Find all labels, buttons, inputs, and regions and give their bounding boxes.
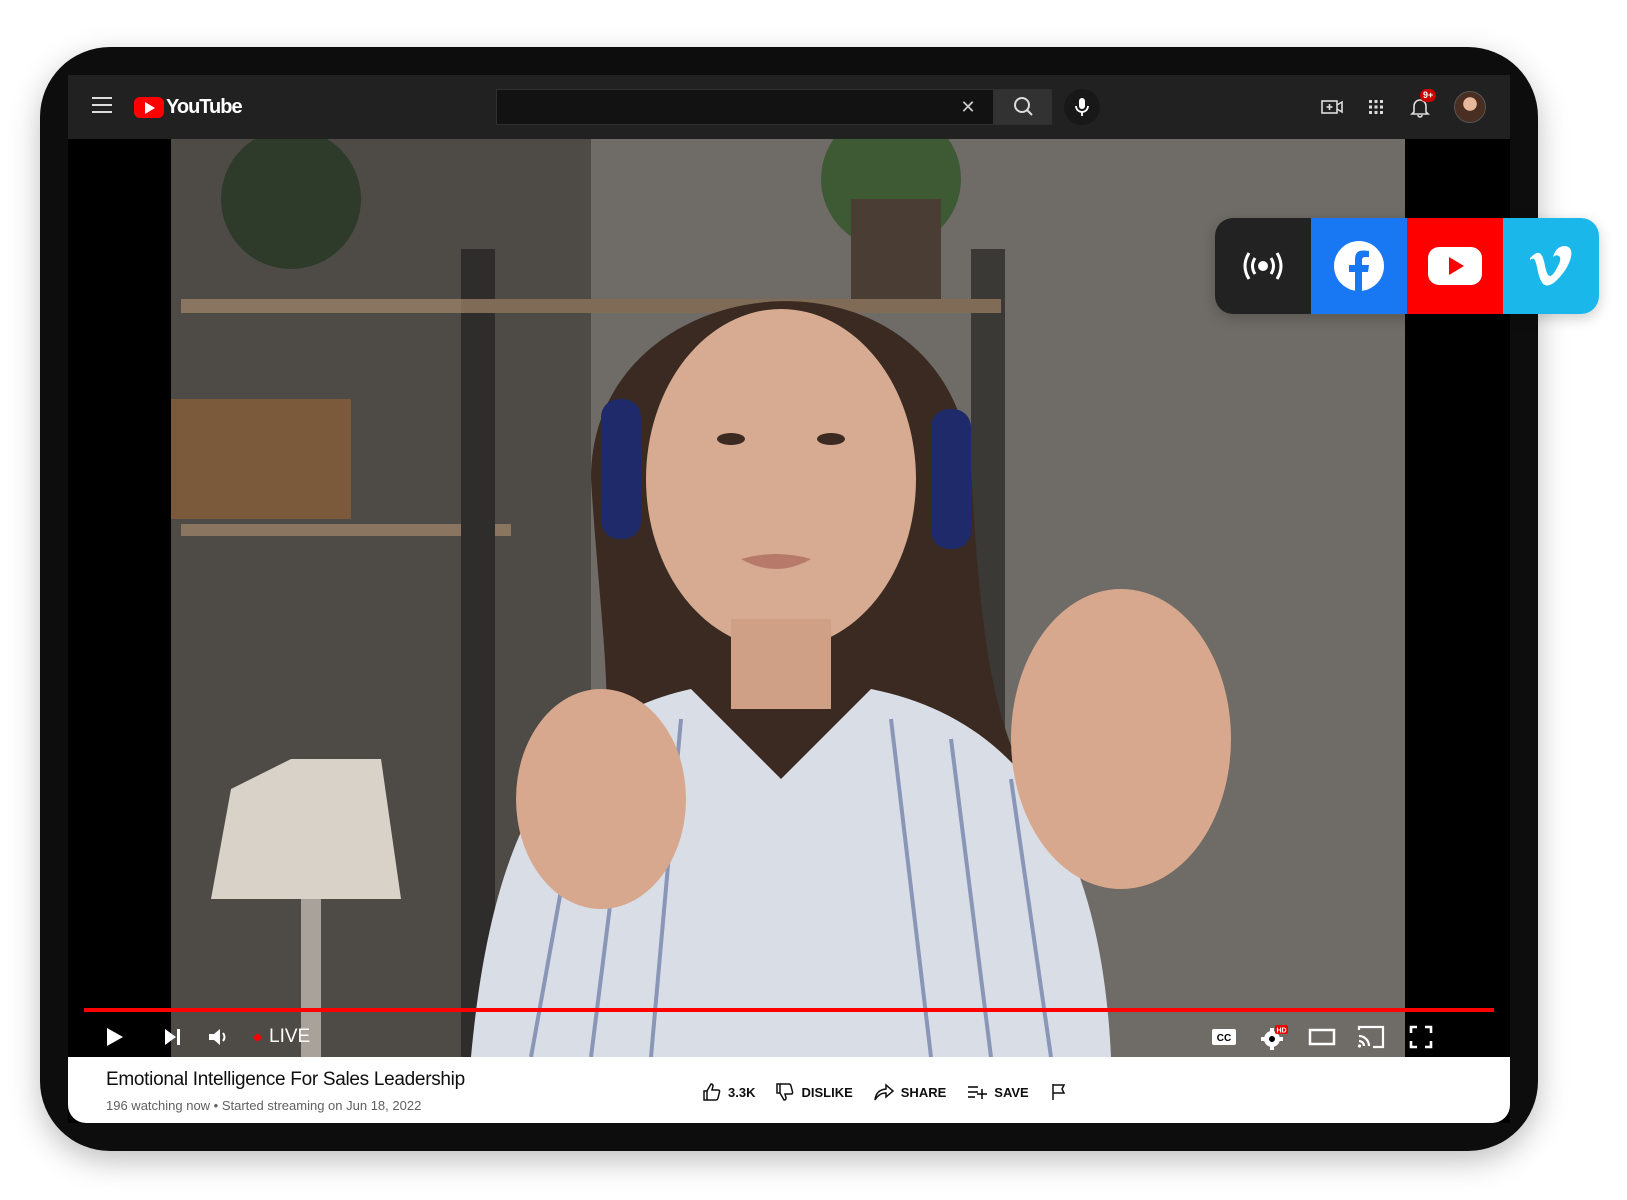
video-meta: 196 watching now • Started streaming on …	[106, 1098, 422, 1113]
share-label: SHARE	[900, 1084, 947, 1100]
youtube-logo-text: YouTube	[166, 95, 243, 118]
facebook-button[interactable]	[1311, 218, 1407, 314]
video-title: Emotional Intelligence For Sales Leaders…	[106, 1069, 465, 1090]
youtube-icon	[1428, 247, 1482, 285]
thumbs-down-icon	[776, 1083, 794, 1101]
search-icon	[1014, 97, 1033, 116]
save-label: SAVE	[994, 1084, 1029, 1100]
fullscreen-button[interactable]	[1404, 1021, 1438, 1053]
vimeo-button[interactable]	[1503, 218, 1599, 314]
save-button[interactable]: SAVE	[966, 1082, 1029, 1102]
svg-text:HD: HD	[1276, 1028, 1286, 1035]
notification-count-badge: 9+	[1420, 89, 1437, 102]
vimeo-icon	[1530, 246, 1572, 286]
theater-mode-button[interactable]	[1306, 1021, 1338, 1053]
youtube-logo[interactable]: YouTube	[134, 95, 243, 119]
captions-button[interactable]: CC	[1208, 1021, 1240, 1053]
volume-icon	[209, 1029, 226, 1045]
stream-destinations	[1215, 218, 1599, 314]
create-video-icon[interactable]	[1320, 95, 1344, 119]
search-input[interactable]	[496, 89, 994, 125]
player-controls: LIVE CC HD	[68, 1017, 1510, 1057]
avatar[interactable]	[1454, 91, 1486, 123]
live-indicator[interactable]: LIVE	[254, 1025, 310, 1049]
apps-grid-icon[interactable]	[1364, 95, 1388, 119]
thumbs-up-icon	[703, 1083, 721, 1101]
live-label: LIVE	[269, 1026, 311, 1047]
next-button[interactable]	[156, 1021, 188, 1053]
broadcast-icon	[1243, 252, 1283, 280]
svg-text:CC: CC	[1217, 1033, 1231, 1044]
facebook-icon	[1334, 241, 1384, 291]
share-arrow-icon	[874, 1083, 894, 1101]
like-button[interactable]: 3.3K	[702, 1082, 755, 1102]
notifications-bell-icon[interactable]: 9+	[1408, 89, 1437, 119]
search-button[interactable]	[994, 89, 1052, 125]
video-info-bar: Emotional Intelligence For Sales Leaders…	[68, 1057, 1510, 1123]
dislike-button[interactable]: DISLIKE	[775, 1082, 853, 1102]
masthead: YouTube ✕ 9+	[68, 75, 1510, 139]
skip-next-icon	[165, 1029, 180, 1045]
live-dot-icon	[254, 1033, 261, 1041]
youtube-logo-icon	[134, 96, 164, 118]
search-bar: ✕	[496, 89, 1100, 125]
cast-button[interactable]	[1354, 1021, 1388, 1053]
mute-button[interactable]	[202, 1021, 234, 1053]
progress-bar[interactable]	[84, 1008, 1494, 1012]
theater-mode-icon	[1308, 1028, 1336, 1046]
close-icon[interactable]: ✕	[958, 97, 978, 117]
youtube-button[interactable]	[1407, 218, 1503, 314]
flag-icon	[1051, 1084, 1065, 1100]
broadcast-button[interactable]	[1215, 218, 1311, 314]
menu-icon[interactable]	[92, 97, 112, 113]
masthead-actions: 9+	[1300, 89, 1486, 125]
settings-button[interactable]: HD	[1258, 1021, 1290, 1053]
report-button[interactable]	[1049, 1082, 1069, 1102]
play-button[interactable]	[98, 1021, 130, 1053]
voice-search-button[interactable]	[1064, 89, 1100, 125]
play-icon	[107, 1028, 123, 1046]
cast-icon	[1357, 1025, 1385, 1049]
like-count: 3.3K	[728, 1084, 756, 1100]
microphone-icon	[1075, 98, 1089, 116]
gear-icon: HD	[1261, 1025, 1288, 1050]
video-actions: 3.3K DISLIKE SHARE SAVE	[702, 1081, 1089, 1103]
share-button[interactable]: SHARE	[873, 1082, 947, 1102]
closed-captions-icon: CC	[1212, 1029, 1236, 1045]
dislike-label: DISLIKE	[801, 1084, 853, 1100]
playlist-add-icon	[968, 1086, 988, 1099]
fullscreen-icon	[1409, 1025, 1433, 1049]
